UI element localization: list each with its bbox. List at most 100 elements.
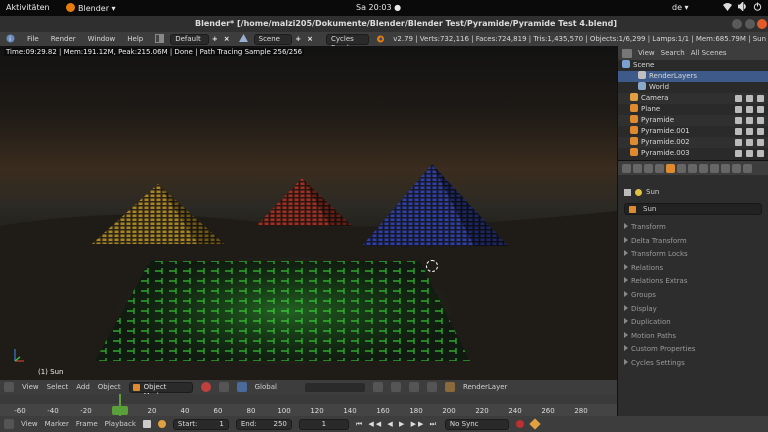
cursor-icon[interactable] (746, 95, 753, 102)
constraints-tab-icon[interactable] (677, 163, 686, 173)
camera-render-icon[interactable] (757, 139, 764, 146)
menu-playback[interactable]: Playback (105, 420, 136, 428)
outliner-row[interactable]: Pyramide (618, 115, 768, 126)
menu-window[interactable]: Window (82, 35, 122, 43)
particles-tab-icon[interactable] (732, 163, 741, 173)
render-engine-selector[interactable]: Cycles Render (326, 33, 370, 52)
properties-panel[interactable]: Delta Transform (618, 235, 768, 249)
cursor-icon[interactable] (746, 128, 753, 135)
camera-render-icon[interactable] (757, 150, 764, 157)
outliner-row[interactable]: RenderLayers (618, 71, 768, 82)
render-tab-icon[interactable] (622, 163, 631, 173)
eye-icon[interactable] (735, 117, 742, 124)
orientation-selector[interactable]: Global (255, 383, 277, 391)
camera-render-icon[interactable] (757, 106, 764, 113)
playback-controls[interactable]: ⏮ ◀◀ ◀ ▶ ▶▶ ⏭ (356, 420, 438, 429)
cursor-icon[interactable] (746, 139, 753, 146)
eye-icon[interactable] (735, 150, 742, 157)
properties-panel[interactable]: Display (618, 303, 768, 317)
outliner-row[interactable]: Pyramide.001 (618, 126, 768, 137)
scene-selector[interactable]: Scene (253, 33, 293, 45)
properties-panel[interactable]: Relations (618, 262, 768, 276)
outliner-row[interactable]: Pyramide.003 (618, 148, 768, 159)
renderlayer-tab-icon[interactable] (633, 163, 642, 173)
menu-object[interactable]: Object (98, 383, 121, 391)
add-scene-button[interactable]: + (292, 35, 304, 43)
cursor-icon[interactable] (746, 150, 753, 157)
snap-icon[interactable] (390, 382, 401, 392)
system-tray[interactable] (723, 1, 762, 12)
layout-icon[interactable] (149, 33, 170, 45)
properties-panel[interactable]: Transform Locks (618, 248, 768, 262)
keying-icon[interactable] (157, 420, 166, 428)
app-menu[interactable]: Blender ▾ (66, 3, 116, 13)
mode-selector[interactable]: Object Mode (128, 381, 193, 400)
outliner[interactable]: View Search All Scenes Scene RenderLayers… (617, 46, 768, 160)
add-layout-button[interactable]: + (209, 35, 221, 43)
remove-layout-button[interactable]: × (221, 35, 233, 43)
cursor-icon[interactable] (746, 117, 753, 124)
outliner-row[interactable]: World (618, 82, 768, 93)
layout-selector[interactable]: Default (170, 33, 209, 45)
eye-icon[interactable] (735, 106, 742, 113)
sync-selector[interactable]: No Sync (444, 418, 509, 430)
outliner-row[interactable]: Pyramide.002 (618, 137, 768, 148)
menu-marker[interactable]: Marker (45, 420, 69, 428)
texture-tab-icon[interactable] (721, 163, 730, 173)
menu-frame[interactable]: Frame (76, 420, 98, 428)
editor-type-icon-timeline[interactable] (4, 419, 14, 429)
remove-scene-button[interactable]: × (304, 35, 316, 43)
editor-type-icon-3d[interactable] (4, 382, 14, 392)
record-icon[interactable] (515, 420, 524, 428)
menu-render[interactable]: Render (45, 35, 82, 43)
editor-type-icon[interactable]: i (0, 34, 21, 45)
data-tab-icon[interactable] (699, 163, 708, 173)
close-button[interactable] (757, 19, 767, 29)
properties-panel[interactable]: Transform (618, 221, 768, 235)
properties-panel[interactable]: Motion Paths (618, 330, 768, 344)
activities-button[interactable]: Aktivitäten (6, 3, 50, 12)
object-name-field[interactable]: Sun (624, 203, 762, 215)
properties-panel[interactable]: Cycles Settings (618, 357, 768, 371)
camera-render-icon[interactable] (757, 95, 764, 102)
eye-icon[interactable] (735, 139, 742, 146)
properties-panel[interactable]: Relations Extras (618, 275, 768, 289)
properties-panel[interactable]: Custom Properties (618, 343, 768, 357)
physics-tab-icon[interactable] (743, 163, 752, 173)
eye-icon[interactable] (735, 95, 742, 102)
start-frame-field[interactable]: Start: 1 (172, 418, 229, 430)
menu-view[interactable]: View (22, 383, 39, 391)
keyframe-icon[interactable] (529, 418, 541, 430)
menu-add[interactable]: Add (76, 383, 90, 391)
properties-panel[interactable]: Groups (618, 289, 768, 303)
3d-viewport[interactable]: Time:09:29.82 | Mem:191.12M, Peak:215.06… (0, 46, 617, 380)
cursor-icon[interactable] (746, 106, 753, 113)
menu-help[interactable]: Help (121, 35, 149, 43)
menu-file[interactable]: File (21, 35, 45, 43)
outliner-row[interactable]: Camera (618, 93, 768, 104)
frame-cursor-handle[interactable] (112, 406, 128, 415)
clock[interactable]: Sa 20:03 ● (356, 3, 401, 12)
world-tab-icon[interactable] (655, 163, 664, 173)
menu-tl-view[interactable]: View (21, 420, 38, 428)
outliner-row[interactable]: Scene (618, 60, 768, 71)
pause-render-icon[interactable] (426, 382, 437, 392)
properties-editor[interactable]: Sun Sun Transform Delta Transform Transfor… (617, 160, 768, 416)
shading-icon[interactable] (200, 382, 211, 392)
eye-icon[interactable] (735, 128, 742, 135)
modifiers-tab-icon[interactable] (688, 163, 697, 173)
camera-render-icon[interactable] (757, 117, 764, 124)
object-tab-icon[interactable] (666, 163, 675, 173)
outliner-row[interactable]: Plane (618, 104, 768, 115)
end-frame-field[interactable]: End: 250 (235, 418, 292, 430)
lock-icon[interactable] (142, 420, 151, 428)
outliner-editor-icon[interactable] (622, 48, 632, 58)
scene-icon[interactable] (233, 33, 254, 45)
properties-panel[interactable]: Duplication (618, 316, 768, 330)
menu-select[interactable]: Select (47, 383, 69, 391)
maximize-button[interactable] (745, 19, 755, 29)
camera-render-icon[interactable] (757, 128, 764, 135)
proportional-edit-icon[interactable] (372, 382, 383, 392)
material-tab-icon[interactable] (710, 163, 719, 173)
timeline-ruler[interactable]: -60-40-200204060801001201401601802002202… (0, 394, 617, 416)
